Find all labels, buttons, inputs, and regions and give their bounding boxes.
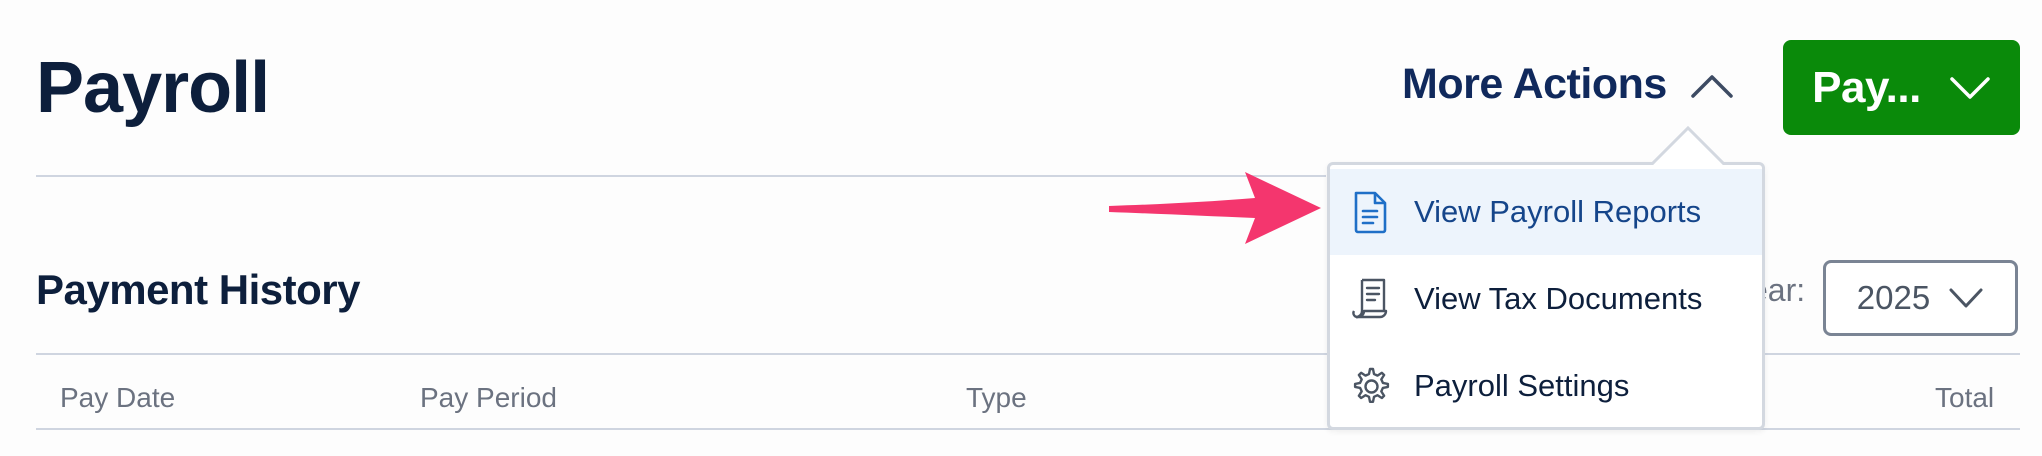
year-select-value: 2025	[1856, 279, 1931, 316]
pay-button[interactable]: Pay...	[1783, 40, 2020, 135]
chevron-down-icon	[1950, 76, 1990, 99]
menu-item-view-payroll-reports[interactable]: View Payroll Reports	[1330, 169, 1762, 255]
more-actions-menu: View Payroll Reports View Tax Documents …	[1327, 162, 1765, 430]
pay-button-label: Pay...	[1812, 62, 1921, 112]
annotation-arrow-icon	[1109, 172, 1321, 244]
gear-icon	[1353, 367, 1390, 403]
more-actions-button[interactable]: More Actions	[1402, 60, 1735, 109]
chevron-down-icon	[1949, 288, 1983, 308]
column-header-pay-date[interactable]: Pay Date	[60, 382, 175, 414]
document-icon	[1354, 191, 1387, 234]
year-select[interactable]: 2025	[1823, 260, 2018, 336]
menu-item-label: Payroll Settings	[1414, 368, 1630, 403]
payment-history-title: Payment History	[36, 266, 360, 313]
chevron-up-icon	[1691, 74, 1733, 98]
menu-item-payroll-settings[interactable]: Payroll Settings	[1330, 343, 1762, 429]
page-title: Payroll	[36, 48, 270, 128]
column-header-pay-period[interactable]: Pay Period	[420, 382, 557, 414]
menu-item-label: View Tax Documents	[1414, 281, 1703, 316]
menu-item-label: View Payroll Reports	[1414, 194, 1702, 229]
menu-item-view-tax-documents[interactable]: View Tax Documents	[1330, 256, 1762, 342]
menu-caret	[1652, 125, 1724, 166]
column-header-type[interactable]: Type	[966, 382, 1027, 414]
scroll-icon	[1352, 278, 1388, 319]
more-actions-label: More Actions	[1402, 60, 1667, 108]
column-header-total[interactable]: Total	[1935, 382, 1994, 414]
